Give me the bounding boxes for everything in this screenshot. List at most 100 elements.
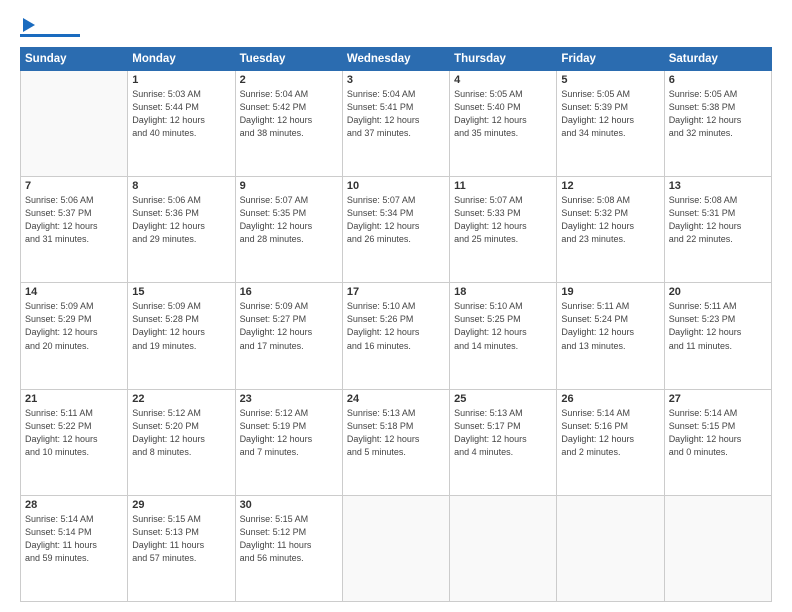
table-row: 7 Sunrise: 5:06 AM Sunset: 5:37 PM Daylig…: [21, 177, 128, 283]
day-number: 19: [561, 286, 659, 298]
day-number: 30: [240, 499, 338, 511]
table-row: 26 Sunrise: 5:14 AM Sunset: 5:16 PM Dayli…: [557, 389, 664, 495]
day-number: 13: [669, 180, 767, 192]
col-wednesday: Wednesday: [342, 48, 449, 71]
day-number: 29: [132, 499, 230, 511]
day-number: 23: [240, 393, 338, 405]
cell-daylight-info: Sunrise: 5:08 AM Sunset: 5:32 PM Dayligh…: [561, 194, 659, 246]
cell-daylight-info: Sunrise: 5:06 AM Sunset: 5:37 PM Dayligh…: [25, 194, 123, 246]
table-row: 8 Sunrise: 5:06 AM Sunset: 5:36 PM Daylig…: [128, 177, 235, 283]
cell-daylight-info: Sunrise: 5:05 AM Sunset: 5:39 PM Dayligh…: [561, 88, 659, 140]
cell-daylight-info: Sunrise: 5:14 AM Sunset: 5:14 PM Dayligh…: [25, 513, 123, 565]
logo-underline: [20, 34, 80, 37]
cell-daylight-info: Sunrise: 5:10 AM Sunset: 5:25 PM Dayligh…: [454, 300, 552, 352]
table-row: [557, 495, 664, 601]
day-number: 26: [561, 393, 659, 405]
table-row: 14 Sunrise: 5:09 AM Sunset: 5:29 PM Dayli…: [21, 283, 128, 389]
table-row: 17 Sunrise: 5:10 AM Sunset: 5:26 PM Dayli…: [342, 283, 449, 389]
cell-daylight-info: Sunrise: 5:13 AM Sunset: 5:17 PM Dayligh…: [454, 407, 552, 459]
cell-daylight-info: Sunrise: 5:04 AM Sunset: 5:42 PM Dayligh…: [240, 88, 338, 140]
calendar-week-row: 21 Sunrise: 5:11 AM Sunset: 5:22 PM Dayli…: [21, 389, 772, 495]
day-number: 6: [669, 74, 767, 86]
day-number: 24: [347, 393, 445, 405]
day-number: 28: [25, 499, 123, 511]
table-row: 16Sunrise: 5:09 AM Sunset: 5:27 PM Dayli…: [235, 283, 342, 389]
calendar-week-row: 14 Sunrise: 5:09 AM Sunset: 5:29 PM Dayli…: [21, 283, 772, 389]
table-row: 4 Sunrise: 5:05 AM Sunset: 5:40 PM Daylig…: [450, 71, 557, 177]
table-row: 10 Sunrise: 5:07 AM Sunset: 5:34 PM Dayli…: [342, 177, 449, 283]
day-number: 8: [132, 180, 230, 192]
cell-daylight-info: Sunrise: 5:08 AM Sunset: 5:31 PM Dayligh…: [669, 194, 767, 246]
header: [20, 18, 772, 37]
cell-daylight-info: Sunrise: 5:06 AM Sunset: 5:36 PM Dayligh…: [132, 194, 230, 246]
table-row: 27 Sunrise: 5:14 AM Sunset: 5:15 PM Dayli…: [664, 389, 771, 495]
cell-daylight-info: Sunrise: 5:09 AM Sunset: 5:28 PM Dayligh…: [132, 300, 230, 352]
page: Sunday Monday Tuesday Wednesday Thursday…: [0, 0, 792, 612]
cell-daylight-info: Sunrise: 5:11 AM Sunset: 5:24 PM Dayligh…: [561, 300, 659, 352]
day-number: 3: [347, 74, 445, 86]
table-row: 21 Sunrise: 5:11 AM Sunset: 5:22 PM Dayli…: [21, 389, 128, 495]
day-number: 10: [347, 180, 445, 192]
cell-daylight-info: Sunrise: 5:14 AM Sunset: 5:15 PM Dayligh…: [669, 407, 767, 459]
cell-daylight-info: Sunrise: 5:05 AM Sunset: 5:40 PM Dayligh…: [454, 88, 552, 140]
col-thursday: Thursday: [450, 48, 557, 71]
cell-daylight-info: Sunrise: 5:14 AM Sunset: 5:16 PM Dayligh…: [561, 407, 659, 459]
cell-daylight-info: Sunrise: 5:09 AM Sunset: 5:29 PM Dayligh…: [25, 300, 123, 352]
day-number: 14: [25, 286, 123, 298]
cell-daylight-info: Sunrise: 5:12 AM Sunset: 5:19 PM Dayligh…: [240, 407, 338, 459]
col-monday: Monday: [128, 48, 235, 71]
cell-daylight-info: Sunrise: 5:10 AM Sunset: 5:26 PM Dayligh…: [347, 300, 445, 352]
day-number: 22: [132, 393, 230, 405]
day-number: 5: [561, 74, 659, 86]
table-row: 28 Sunrise: 5:14 AM Sunset: 5:14 PM Dayli…: [21, 495, 128, 601]
table-row: 24 Sunrise: 5:13 AM Sunset: 5:18 PM Dayli…: [342, 389, 449, 495]
day-number: 21: [25, 393, 123, 405]
calendar-table: Sunday Monday Tuesday Wednesday Thursday…: [20, 47, 772, 602]
table-row: 23 Sunrise: 5:12 AM Sunset: 5:19 PM Dayli…: [235, 389, 342, 495]
cell-daylight-info: Sunrise: 5:13 AM Sunset: 5:18 PM Dayligh…: [347, 407, 445, 459]
table-row: 29Sunrise: 5:15 AM Sunset: 5:13 PM Dayli…: [128, 495, 235, 601]
table-row: [21, 71, 128, 177]
col-friday: Friday: [557, 48, 664, 71]
table-row: 11 Sunrise: 5:07 AM Sunset: 5:33 PM Dayli…: [450, 177, 557, 283]
cell-daylight-info: Sunrise: 5:04 AM Sunset: 5:41 PM Dayligh…: [347, 88, 445, 140]
logo: [20, 18, 80, 37]
day-number: 11: [454, 180, 552, 192]
cell-daylight-info: Sunrise: 5:11 AM Sunset: 5:22 PM Dayligh…: [25, 407, 123, 459]
table-row: 22Sunrise: 5:12 AM Sunset: 5:20 PM Dayli…: [128, 389, 235, 495]
table-row: 9 Sunrise: 5:07 AM Sunset: 5:35 PM Daylig…: [235, 177, 342, 283]
table-row: [342, 495, 449, 601]
cell-daylight-info: Sunrise: 5:07 AM Sunset: 5:34 PM Dayligh…: [347, 194, 445, 246]
day-number: 17: [347, 286, 445, 298]
table-row: 30 Sunrise: 5:15 AM Sunset: 5:12 PM Dayli…: [235, 495, 342, 601]
day-number: 4: [454, 74, 552, 86]
cell-daylight-info: Sunrise: 5:07 AM Sunset: 5:35 PM Dayligh…: [240, 194, 338, 246]
day-number: 18: [454, 286, 552, 298]
day-number: 27: [669, 393, 767, 405]
logo-arrow-icon: [23, 18, 35, 32]
col-sunday: Sunday: [21, 48, 128, 71]
table-row: [450, 495, 557, 601]
cell-daylight-info: Sunrise: 5:15 AM Sunset: 5:12 PM Dayligh…: [240, 513, 338, 565]
day-number: 16: [240, 286, 338, 298]
calendar-header-row: Sunday Monday Tuesday Wednesday Thursday…: [21, 48, 772, 71]
table-row: 13 Sunrise: 5:08 AM Sunset: 5:31 PM Dayli…: [664, 177, 771, 283]
day-number: 12: [561, 180, 659, 192]
col-tuesday: Tuesday: [235, 48, 342, 71]
table-row: 5 Sunrise: 5:05 AM Sunset: 5:39 PM Daylig…: [557, 71, 664, 177]
table-row: 6Sunrise: 5:05 AM Sunset: 5:38 PM Daylig…: [664, 71, 771, 177]
cell-daylight-info: Sunrise: 5:07 AM Sunset: 5:33 PM Dayligh…: [454, 194, 552, 246]
table-row: 1Sunrise: 5:03 AM Sunset: 5:44 PM Daylig…: [128, 71, 235, 177]
day-number: 9: [240, 180, 338, 192]
day-number: 2: [240, 74, 338, 86]
day-number: 1: [132, 74, 230, 86]
table-row: 18 Sunrise: 5:10 AM Sunset: 5:25 PM Dayli…: [450, 283, 557, 389]
table-row: 3 Sunrise: 5:04 AM Sunset: 5:41 PM Daylig…: [342, 71, 449, 177]
table-row: [664, 495, 771, 601]
calendar-week-row: 7 Sunrise: 5:06 AM Sunset: 5:37 PM Daylig…: [21, 177, 772, 283]
day-number: 15: [132, 286, 230, 298]
table-row: 12 Sunrise: 5:08 AM Sunset: 5:32 PM Dayli…: [557, 177, 664, 283]
col-saturday: Saturday: [664, 48, 771, 71]
day-number: 7: [25, 180, 123, 192]
table-row: 20Sunrise: 5:11 AM Sunset: 5:23 PM Dayli…: [664, 283, 771, 389]
